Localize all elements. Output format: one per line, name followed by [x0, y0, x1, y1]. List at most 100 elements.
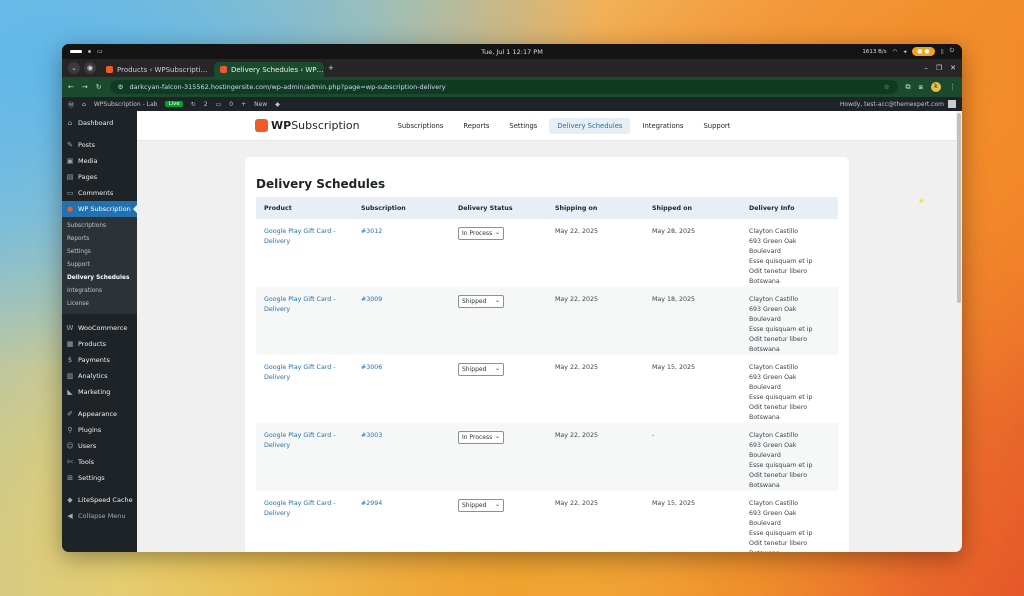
profile-avatar[interactable]: k [931, 82, 941, 92]
menu-kebab-icon[interactable]: ⋮ [949, 83, 956, 91]
sidebar-item-payments[interactable]: $ Payments [62, 352, 137, 368]
tab-delivery-schedules[interactable]: Delivery Schedules ‹ WP… ✕ [214, 62, 324, 77]
site-info-icon[interactable]: ⚙ [118, 83, 124, 91]
tab-search-icon[interactable]: ⧆ [919, 83, 923, 92]
new-tab-button[interactable]: + [328, 64, 334, 72]
live-badge: Live [165, 101, 183, 107]
site-name-link[interactable]: WPSubscription - Lab [94, 101, 158, 108]
shipped-on-cell: May 28, 2025 [652, 228, 696, 235]
pages-icon: ▤ [66, 173, 74, 181]
sidebar-item-posts[interactable]: ✎ Posts [62, 137, 137, 153]
sidebar-item-users[interactable]: ☺ Users [62, 438, 137, 454]
subscription-link[interactable]: #3003 [361, 432, 382, 439]
subscription-link[interactable]: #3009 [361, 296, 382, 303]
submenu-delivery-schedules[interactable]: Delivery Schedules [62, 272, 137, 285]
forward-icon[interactable]: → [82, 83, 88, 91]
delivery-status-select[interactable]: Shipped [458, 499, 504, 512]
page-title: Delivery Schedules [256, 177, 386, 191]
subscription-link[interactable]: #3012 [361, 228, 382, 235]
minimize-icon[interactable]: – [924, 64, 928, 72]
product-link[interactable]: Google Play Gift Card - Delivery [264, 227, 345, 247]
sidebar-item-analytics[interactable]: ▥ Analytics [62, 368, 137, 384]
table-row: Google Play Gift Card - Delivery #3012 In P… [256, 219, 838, 287]
nav-reports[interactable]: Reports [455, 118, 497, 134]
subscription-link[interactable]: #2994 [361, 500, 382, 507]
comments-count[interactable]: 0 [229, 101, 233, 108]
collapse-menu-button[interactable]: ◀ Collapse Menu [62, 508, 137, 524]
sidebar-item-marketing[interactable]: ◣ Marketing [62, 384, 137, 400]
diamond-icon[interactable]: ◆ [275, 101, 280, 108]
sidebar-item-woocommerce[interactable]: W WooCommerce [62, 320, 137, 336]
subscription-link[interactable]: #3006 [361, 364, 382, 371]
sidebar-item-litespeed[interactable]: ◆ LiteSpeed Cache [62, 492, 137, 508]
shipping-on-cell: May 22, 2025 [555, 364, 599, 371]
product-link[interactable]: Google Play Gift Card - Delivery [264, 363, 345, 383]
shipped-on-cell: May 15, 2025 [652, 500, 696, 507]
sidebar-item-settings[interactable]: ⊞ Settings [62, 470, 137, 486]
nav-support[interactable]: Support [695, 118, 738, 134]
submenu-support[interactable]: Support [62, 259, 137, 272]
restore-icon[interactable]: ❐ [936, 64, 942, 72]
new-content-link[interactable]: New [254, 101, 267, 108]
sidebar-item-wp-subscription[interactable]: ● WP Subscription [62, 201, 137, 217]
sidebar-item-comments[interactable]: ▭ Comments [62, 185, 137, 201]
page-scrollbar[interactable] [956, 111, 962, 552]
submenu-reports[interactable]: Reports [62, 233, 137, 246]
product-link[interactable]: Google Play Gift Card - Delivery [264, 499, 345, 519]
pin-icon: ✎ [67, 141, 73, 149]
nav-integrations[interactable]: Integrations [634, 118, 691, 134]
sidebar-item-products[interactable]: ▦ Products [62, 336, 137, 352]
tab-products[interactable]: Products ‹ WPSubscripti… ✕ [100, 62, 210, 77]
woocommerce-icon: W [66, 324, 74, 332]
tab-group-icon[interactable]: ◉ [84, 62, 96, 74]
delivery-status-select[interactable]: Shipped [458, 363, 504, 376]
delivery-info-cell: Clayton Castillo 693 Green Oak Boulevard E… [741, 423, 838, 491]
scrollbar-thumb[interactable] [957, 113, 961, 303]
updates-icon[interactable]: ↻ [191, 101, 196, 108]
col-shipped-on: Shipped on [644, 197, 741, 219]
sidebar-item-dashboard[interactable]: ⌂ Dashboard [62, 115, 137, 131]
sidebar-item-pages[interactable]: ▤ Pages [62, 169, 137, 185]
wpsubscription-icon: ● [66, 205, 74, 213]
submenu-settings[interactable]: Settings [62, 246, 137, 259]
howdy-account[interactable]: Howdy, test-acc@themexpert.com [840, 100, 956, 108]
delivery-status-select[interactable]: In Process [458, 431, 504, 444]
plus-icon[interactable]: + [241, 101, 246, 108]
home-icon[interactable]: ⌂ [82, 101, 86, 108]
reload-icon[interactable]: ↻ [96, 83, 102, 91]
os-clock[interactable]: Tue, Jul 1 12:17 PM [62, 48, 962, 56]
delivery-status-select[interactable]: Shipped [458, 295, 504, 308]
table-row: Google Play Gift Card - Delivery #2994 Ship… [256, 491, 838, 552]
bookmark-star-icon[interactable]: ☆ [884, 83, 890, 91]
tab-search-icon[interactable]: ⌄ [68, 62, 80, 74]
delivery-status-select[interactable]: In Process [458, 227, 504, 240]
settings-icon: ⊞ [67, 474, 73, 482]
comments-icon[interactable]: ▭ [216, 101, 222, 108]
megaphone-icon: ◣ [67, 388, 73, 396]
wpsubscription-logo: WPSubscription [255, 119, 360, 132]
sidebar-item-media[interactable]: ▣ Media [62, 153, 137, 169]
close-window-icon[interactable]: ✕ [950, 64, 956, 72]
sidebar-item-plugins[interactable]: ⚲ Plugins [62, 422, 137, 438]
product-link[interactable]: Google Play Gift Card - Delivery [264, 295, 345, 315]
url-field[interactable]: ⚙ darkcyan-falcon-315562.hostingersite.c… [109, 80, 898, 94]
wordpress-logo-icon[interactable]: Ⓦ [68, 100, 74, 109]
submenu-subscriptions[interactable]: Subscriptions [62, 220, 137, 233]
dashboard-icon: ⌂ [67, 119, 73, 127]
submenu-license[interactable]: License [62, 298, 137, 311]
product-link[interactable]: Google Play Gift Card - Delivery [264, 431, 345, 451]
submenu-integrations[interactable]: Integrations [62, 285, 137, 298]
sidebar-item-tools[interactable]: ✄ Tools [62, 454, 137, 470]
back-icon[interactable]: ← [68, 83, 74, 91]
nav-settings[interactable]: Settings [501, 118, 545, 134]
delivery-info-cell: Clayton Castillo 693 Green Oak Boulevard E… [749, 228, 813, 285]
sidebar-item-appearance[interactable]: ✐ Appearance [62, 406, 137, 422]
nav-delivery-schedules[interactable]: Delivery Schedules [549, 117, 631, 134]
col-shipping-on: Shipping on [547, 197, 644, 219]
plugin-nav: Subscriptions Reports Settings Delivery … [390, 117, 739, 134]
extensions-icon[interactable]: ⧉ [906, 83, 911, 92]
nav-subscriptions[interactable]: Subscriptions [390, 118, 452, 134]
col-delivery-status: Delivery Status [450, 197, 547, 219]
updates-count[interactable]: 2 [204, 101, 208, 108]
browser-window: ▭ Tue, Jul 1 12:17 PM 1613 B/s ◠ ◂ ● ● ▯… [62, 44, 962, 552]
